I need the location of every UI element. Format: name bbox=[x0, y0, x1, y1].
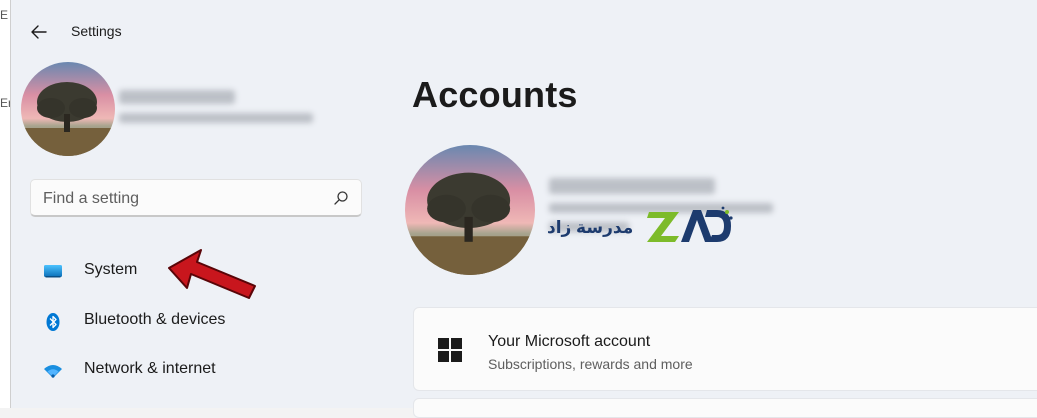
annotation-arrow-icon bbox=[168, 249, 256, 299]
monitor-icon bbox=[44, 265, 62, 278]
profile-name-blurred bbox=[549, 178, 715, 194]
title-bar: Settings bbox=[11, 0, 1037, 62]
bluetooth-icon bbox=[46, 313, 60, 331]
sidebar-item-label: Network & internet bbox=[84, 360, 216, 377]
microsoft-account-card[interactable]: Your Microsoft account Subscriptions, re… bbox=[413, 307, 1037, 391]
back-arrow-icon bbox=[31, 25, 47, 39]
window-title: Settings bbox=[71, 23, 122, 39]
account-summary bbox=[119, 90, 313, 132]
search-icon bbox=[334, 191, 348, 205]
account-name-blurred bbox=[119, 90, 235, 104]
watermark: مدرسة زاد bbox=[547, 204, 737, 246]
card-subtitle: Subscriptions, rewards and more bbox=[488, 356, 693, 372]
next-settings-card[interactable] bbox=[413, 398, 1037, 418]
tree-photo-image bbox=[405, 145, 535, 275]
zad-logo-icon bbox=[647, 206, 733, 242]
watermark-arabic-text: مدرسة زاد bbox=[547, 218, 634, 237]
wifi-icon bbox=[44, 365, 62, 378]
card-title: Your Microsoft account bbox=[488, 333, 651, 350]
sidebar-item-label: Bluetooth & devices bbox=[84, 311, 226, 328]
windows-logo-icon bbox=[438, 338, 462, 362]
sidebar-item-label: System bbox=[84, 261, 138, 278]
background-text-fragment: E bbox=[0, 8, 9, 22]
search-placeholder: Find a setting bbox=[43, 190, 140, 207]
avatar[interactable] bbox=[21, 62, 115, 156]
profile-avatar[interactable] bbox=[405, 145, 535, 275]
page-title: Accounts bbox=[412, 74, 578, 115]
tree-photo-image bbox=[21, 62, 115, 156]
settings-window: Settings Find a setting System Bluetooth… bbox=[10, 0, 1037, 418]
search-input[interactable]: Find a setting bbox=[30, 179, 362, 217]
account-email-blurred bbox=[119, 113, 313, 123]
back-button[interactable] bbox=[25, 18, 53, 46]
sidebar-item-network[interactable]: Network & internet bbox=[31, 350, 361, 390]
